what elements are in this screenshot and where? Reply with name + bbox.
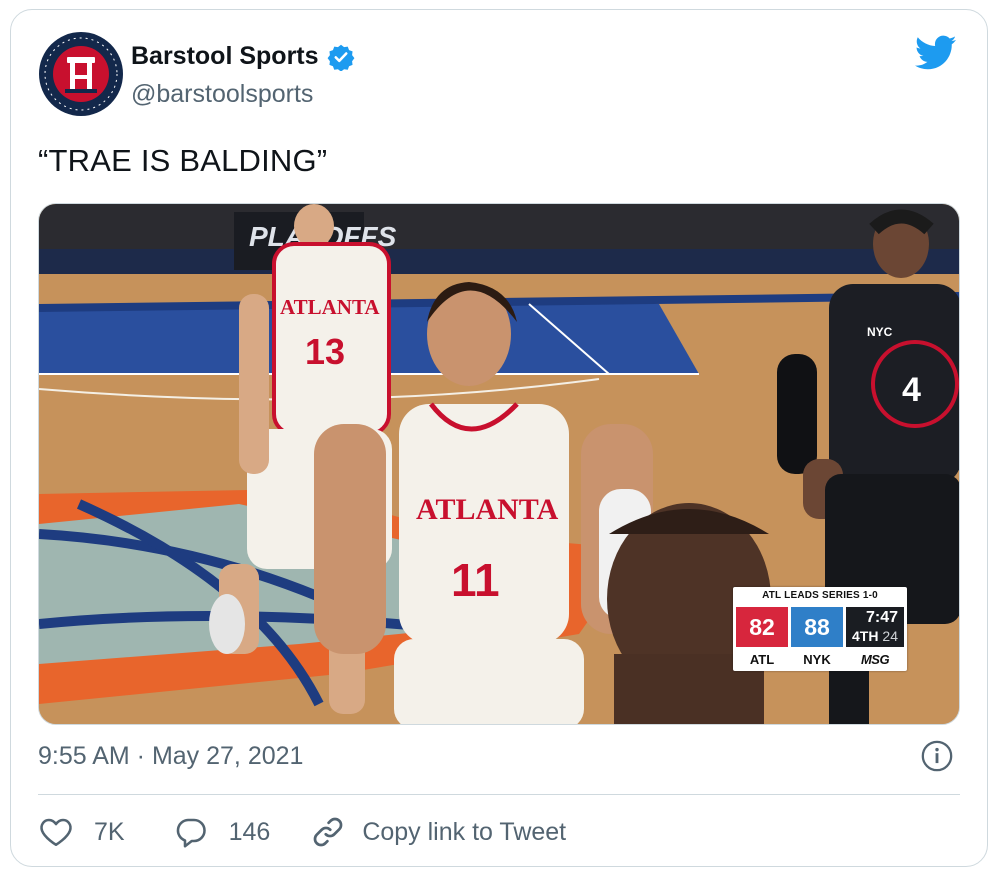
- jersey-number-13: 13: [305, 331, 345, 372]
- barstool-logo-avatar[interactable]: [39, 32, 123, 116]
- divider: [38, 794, 960, 795]
- tweet-text: “TRAE IS BALDING”: [38, 143, 328, 178]
- verified-badge-icon: [327, 44, 354, 71]
- twitter-bird-icon[interactable]: [915, 35, 957, 71]
- game-clock: 7:47 4TH 24: [846, 607, 904, 647]
- heart-icon: [40, 818, 72, 847]
- link-icon: [314, 817, 343, 847]
- network-logo: MSG: [860, 651, 890, 667]
- like-button[interactable]: 7K: [38, 814, 125, 850]
- reply-count: 146: [228, 817, 271, 846]
- tweet-card: Barstool Sports @barstoolsports “TRAE IS…: [10, 9, 988, 867]
- jersey-number-11: 11: [451, 554, 500, 606]
- author-handle[interactable]: @barstoolsports: [131, 80, 313, 109]
- like-count: 7K: [94, 817, 125, 846]
- tweet-timestamp[interactable]: 9:55 AM · May 27, 2021: [38, 742, 303, 771]
- jersey-number-4: 4: [902, 371, 921, 409]
- reply-icon: [176, 818, 206, 848]
- jersey-team-13: ATLANTA: [280, 295, 380, 319]
- info-icon[interactable]: [920, 739, 954, 773]
- author-name-row[interactable]: Barstool Sports: [131, 42, 355, 71]
- author-name[interactable]: Barstool Sports: [131, 42, 319, 71]
- series-status: ATL LEADS SERIES 1-0: [762, 590, 878, 601]
- away-score: 88: [791, 607, 843, 647]
- copy-link-label: Copy link to Tweet: [362, 817, 567, 846]
- home-team: ATL: [749, 651, 775, 667]
- home-score: 82: [736, 607, 788, 647]
- shot-clock: 24: [882, 628, 898, 644]
- clock-time: 7:47: [865, 609, 898, 626]
- reply-button[interactable]: 146: [173, 814, 271, 850]
- quarter: 4TH: [852, 628, 879, 644]
- scoreboard: ATL LEADS SERIES 1-0 82 88 7:47 4TH 24 A…: [733, 587, 907, 671]
- copy-link-button[interactable]: Copy link to Tweet: [310, 814, 566, 850]
- away-team: NYK: [803, 651, 831, 667]
- tweet-video[interactable]: PLAYOFFS ATLANTA 13 4 N: [38, 203, 960, 725]
- tweet-actions: 7K 146 Copy link to Tweet: [38, 812, 566, 852]
- jersey-team-11: ATLANTA: [416, 493, 559, 526]
- jersey-team-nyc: NYC: [867, 325, 893, 339]
